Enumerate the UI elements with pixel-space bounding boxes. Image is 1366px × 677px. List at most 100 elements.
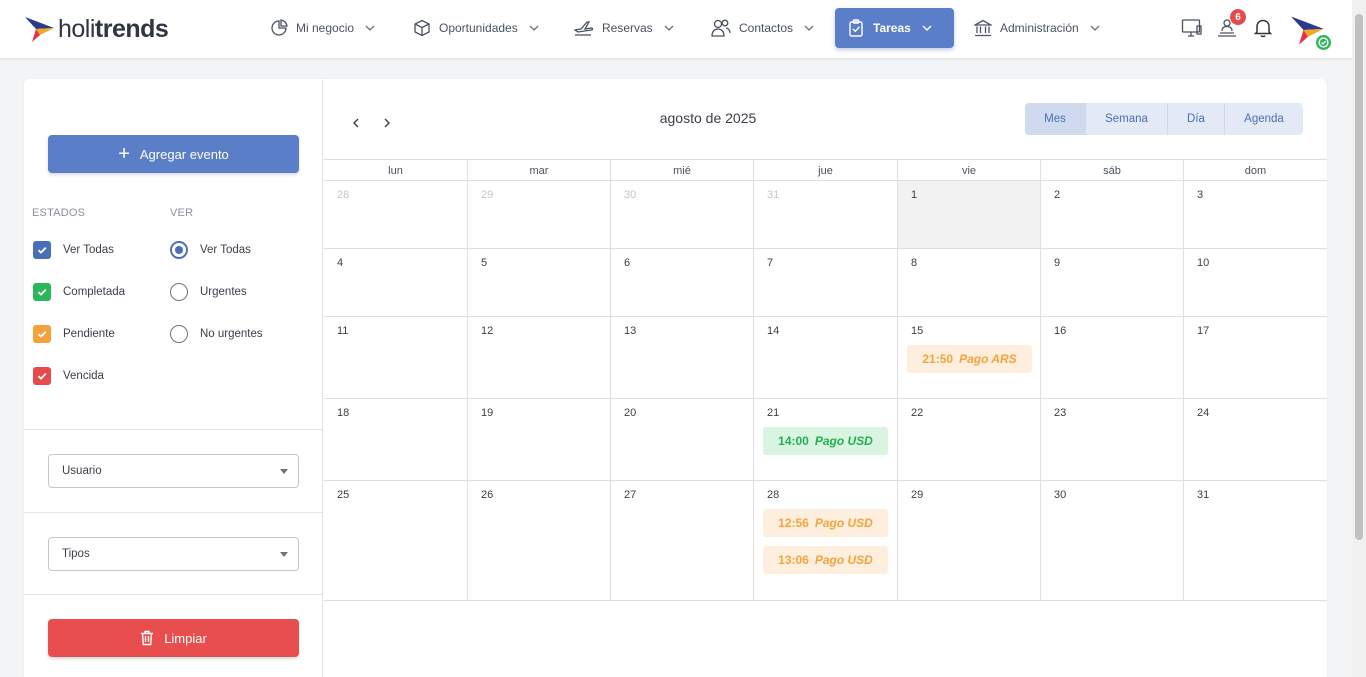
checkbox-checked-icon[interactable] [33,241,51,259]
scrollbar-thumb[interactable] [1355,14,1363,540]
day-number[interactable]: 6 [624,257,630,269]
day-cell[interactable]: 4 [324,249,467,316]
day-number[interactable]: 17 [1197,325,1209,337]
day-cell[interactable]: 1 [897,181,1040,248]
previous-month-button[interactable] [344,111,368,135]
notifications-button[interactable] [1251,16,1275,40]
day-number[interactable]: 10 [1197,257,1209,269]
day-number[interactable]: 20 [624,407,636,419]
day-number[interactable]: 2 [1054,189,1060,201]
state-filter-pendiente[interactable]: Pendiente [33,324,115,344]
checkbox-checked-icon[interactable] [33,367,51,385]
day-cell[interactable]: 18 [324,399,467,480]
types-select[interactable]: Tipos [48,537,299,571]
nav-reservas[interactable]: Reservas [562,8,687,48]
view-week-button[interactable]: Semana [1086,103,1168,135]
day-number[interactable]: 25 [337,489,349,501]
brand-logo[interactable]: holitrends [24,14,169,44]
day-number[interactable]: 11 [337,325,348,337]
day-cell[interactable]: 24 [1183,399,1327,480]
page-scrollbar[interactable] [1352,0,1366,677]
day-cell[interactable]: 5 [467,249,610,316]
day-cell[interactable]: 16 [1040,317,1183,398]
day-cell[interactable]: 10 [1183,249,1327,316]
day-cell[interactable]: 19 [467,399,610,480]
nav-oportunidades[interactable]: Oportunidades [401,8,552,48]
day-cell[interactable]: 31 [1183,481,1327,600]
day-cell[interactable]: 29 [467,181,610,248]
day-cell[interactable]: 14 [753,317,897,398]
day-cell[interactable]: 26 [467,481,610,600]
day-cell[interactable]: 31 [753,181,897,248]
day-cell[interactable]: 15 21:50 Pago ARS [897,317,1040,398]
day-number[interactable]: 31 [767,189,779,201]
nav-contactos[interactable]: Contactos [699,8,827,48]
day-number[interactable]: 5 [481,257,487,269]
calendar-event[interactable]: 13:06 Pago USD [763,546,888,574]
day-number[interactable]: 30 [1054,489,1066,501]
day-number[interactable]: 9 [1054,257,1060,269]
day-cell[interactable]: 20 [610,399,753,480]
checkbox-checked-icon[interactable] [33,283,51,301]
day-cell[interactable]: 30 [610,181,753,248]
day-number[interactable]: 24 [1197,407,1209,419]
state-filter-ver-todas[interactable]: Ver Todas [33,240,114,260]
day-number[interactable]: 13 [624,325,636,337]
team-requests-button[interactable]: 6 [1215,9,1246,40]
day-cell[interactable]: 13 [610,317,753,398]
next-month-button[interactable] [375,111,399,135]
clear-filters-button[interactable]: Limpiar [48,619,299,657]
nav-administracion[interactable]: Administración [962,8,1113,48]
day-number[interactable]: 8 [911,257,917,269]
view-agenda-button[interactable]: Agenda [1225,103,1303,135]
day-number[interactable]: 14 [767,325,779,337]
day-cell[interactable]: 29 [897,481,1040,600]
day-cell[interactable]: 28 12:56 Pago USD 13:06 Pago USD [753,481,897,600]
day-number[interactable]: 18 [337,407,349,419]
calendar-event[interactable]: 12:56 Pago USD [763,509,888,537]
day-number[interactable]: 28 [337,189,349,201]
day-number[interactable]: 23 [1054,407,1066,419]
checkbox-checked-icon[interactable] [33,325,51,343]
day-cell[interactable]: 8 [897,249,1040,316]
day-number[interactable]: 19 [481,407,493,419]
day-number[interactable]: 7 [767,257,773,269]
view-filter-ver-todas[interactable]: Ver Todas [170,240,251,260]
add-event-button[interactable]: + Agregar evento [48,135,299,173]
view-month-button[interactable]: Mes [1025,103,1086,135]
view-day-button[interactable]: Día [1168,103,1225,135]
radio-unselected-icon[interactable] [170,325,188,343]
user-avatar[interactable] [1288,12,1333,52]
nav-mi-negocio[interactable]: Mi negocio [258,8,388,48]
day-number[interactable]: 31 [1197,489,1209,501]
calendar-event[interactable]: 21:50 Pago ARS [907,345,1032,373]
state-filter-vencida[interactable]: Vencida [33,366,104,386]
day-number[interactable]: 1 [911,189,917,201]
screen-share-button[interactable] [1180,16,1204,40]
calendar-event[interactable]: 14:00 Pago USD [763,427,888,455]
day-number[interactable]: 30 [624,189,636,201]
day-cell[interactable]: 11 [324,317,467,398]
day-number[interactable]: 15 [911,325,923,337]
day-number[interactable]: 16 [1054,325,1066,337]
day-cell[interactable]: 9 [1040,249,1183,316]
day-cell[interactable]: 27 [610,481,753,600]
day-cell[interactable]: 25 [324,481,467,600]
day-cell[interactable]: 30 [1040,481,1183,600]
radio-selected-icon[interactable] [170,241,188,259]
day-number[interactable]: 29 [481,189,493,201]
day-cell[interactable]: 23 [1040,399,1183,480]
day-number[interactable]: 4 [337,257,343,269]
day-number[interactable]: 3 [1197,189,1203,201]
day-cell[interactable]: 2 [1040,181,1183,248]
day-cell[interactable]: 22 [897,399,1040,480]
nav-tareas[interactable]: Tareas [835,8,954,48]
day-number[interactable]: 29 [911,489,923,501]
state-filter-completada[interactable]: Completada [33,282,125,302]
view-filter-no-urgentes[interactable]: No urgentes [170,324,263,344]
day-number[interactable]: 21 [767,407,779,419]
day-cell[interactable]: 7 [753,249,897,316]
day-cell[interactable]: 6 [610,249,753,316]
user-select[interactable]: Usuario [48,454,299,488]
day-cell[interactable]: 21 14:00 Pago USD [753,399,897,480]
